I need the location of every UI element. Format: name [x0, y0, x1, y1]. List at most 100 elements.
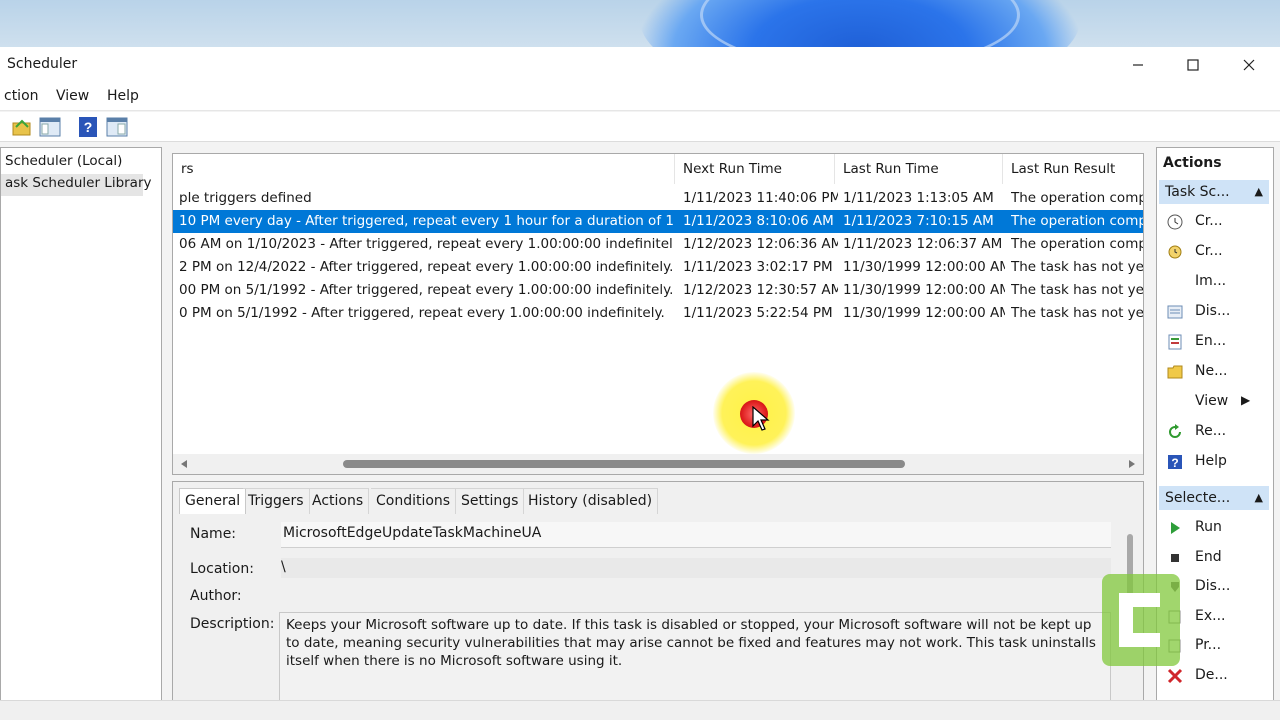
actions-group-selected-item[interactable]: Selecte... ▲ [1159, 486, 1269, 510]
location-label: Location: [190, 561, 254, 577]
action-item-label: En... [1195, 333, 1227, 349]
action-item-label: De... [1195, 666, 1228, 683]
horizontal-scroll-thumb[interactable] [343, 460, 905, 468]
table-row[interactable]: 06 AM on 1/10/2023 - After triggered, re… [173, 233, 1144, 256]
action-item[interactable]: Dis... [1157, 298, 1273, 326]
help-toolbar-button[interactable]: ? [76, 115, 100, 139]
location-field[interactable]: \ [281, 558, 1111, 578]
up-folder-button[interactable] [10, 115, 34, 139]
author-field[interactable] [281, 586, 1111, 606]
create-task-icon [1167, 244, 1183, 260]
table-cell-next-run: 1/11/2023 3:02:17 PM [683, 259, 833, 275]
console-tree-pane: Scheduler (Local) ask Scheduler Library [0, 147, 162, 707]
show-action-pane-button[interactable] [105, 115, 129, 139]
help-icon: ? [1167, 454, 1183, 470]
action-item-label: Dis... [1195, 303, 1231, 319]
tab-triggers[interactable]: Triggers [243, 488, 310, 514]
table-row[interactable]: 2 PM on 12/4/2022 - After triggered, rep… [173, 256, 1144, 279]
location-value: \ [281, 559, 286, 575]
column-header-last-run-time[interactable]: Last Run Time [835, 154, 1003, 184]
action-item-label: Pr... [1195, 637, 1222, 653]
menu-help[interactable]: Help [107, 88, 139, 104]
table-cell-next-run: 1/12/2023 12:30:57 AM [683, 282, 838, 298]
show-hide-console-button[interactable] [38, 115, 62, 139]
desktop-wallpaper [0, 0, 1280, 48]
display-running-icon [1167, 304, 1183, 320]
column-header-last-run-result[interactable]: Last Run Result [1003, 154, 1143, 184]
scroll-left-icon[interactable] [179, 459, 189, 469]
action-item[interactable]: Cr... [1157, 208, 1273, 236]
table-row[interactable]: 0 PM on 5/1/1992 - After triggered, repe… [173, 302, 1143, 325]
action-item-label: Ex... [1195, 607, 1226, 624]
action-item[interactable]: View ▶ [1157, 388, 1273, 416]
tab-general[interactable]: General [179, 488, 247, 514]
action-item[interactable]: Cr... [1157, 238, 1273, 266]
table-row[interactable]: 00 PM on 5/1/1992 - After triggered, rep… [173, 279, 1143, 302]
action-item[interactable]: Run [1157, 514, 1273, 542]
action-item[interactable]: ? Help [1157, 448, 1273, 476]
new-folder-icon [1167, 364, 1183, 380]
collapse-up-icon[interactable]: ▲ [1255, 486, 1263, 510]
task-detail-pane: General Triggers Actions Conditions Sett… [172, 481, 1144, 720]
tab-history[interactable]: History (disabled) [523, 488, 659, 514]
title-bar: Scheduler [0, 47, 1280, 83]
actions-group-task-scheduler[interactable]: Task Sc... ▲ [1159, 180, 1269, 204]
table-cell-result: The operation comp [1011, 213, 1144, 229]
toolbar: ? [0, 112, 1280, 142]
table-cell-last-run: 1/11/2023 12:06:37 AM [843, 236, 1003, 252]
wallpaper-bloom-ring [700, 0, 1020, 48]
menu-action[interactable]: ction [4, 88, 39, 104]
delete-icon [1167, 668, 1183, 684]
menu-view[interactable]: View [56, 88, 89, 104]
action-item[interactable]: Im... [1157, 268, 1273, 296]
name-field[interactable]: MicrosoftEdgeUpdateTaskMachineUA [281, 522, 1111, 548]
tab-conditions[interactable]: Conditions [371, 488, 457, 514]
folder-up-icon [12, 119, 31, 136]
action-item-label: Help [1195, 453, 1227, 469]
table-cell-last-run: 1/11/2023 1:13:05 AM [843, 190, 994, 206]
table-cell-triggers: 10 PM every day - After triggered, repea… [179, 213, 673, 229]
tree-item-scheduler-local[interactable]: Scheduler (Local) [5, 153, 122, 169]
action-item[interactable]: Re... [1157, 418, 1273, 446]
tab-settings[interactable]: Settings [456, 488, 525, 514]
table-cell-result: The task has not yet [1011, 259, 1144, 275]
action-item[interactable]: Ne... [1157, 358, 1273, 386]
action-item[interactable]: En... [1157, 328, 1273, 356]
table-cell-next-run: 1/12/2023 12:06:36 AM [683, 236, 838, 252]
window-title: Scheduler [7, 56, 78, 72]
column-header-next-run-time[interactable]: Next Run Time [675, 154, 835, 184]
maximize-button[interactable] [1165, 47, 1221, 83]
scroll-right-icon[interactable] [1127, 459, 1137, 469]
close-button[interactable] [1221, 47, 1277, 83]
actions-header: Actions [1157, 150, 1273, 176]
svg-text:?: ? [1171, 456, 1178, 470]
create-basic-task-icon [1167, 214, 1183, 230]
enable-history-icon [1167, 334, 1183, 350]
description-label: Description: [190, 616, 275, 632]
action-item[interactable]: End [1157, 544, 1273, 572]
action-item-label: Cr... [1195, 213, 1223, 229]
table-row[interactable]: 10 PM every day - After triggered, repea… [173, 210, 1144, 233]
minimize-button[interactable] [1110, 47, 1166, 83]
svg-text:?: ? [84, 119, 93, 135]
table-cell-result: The operation comp [1011, 190, 1144, 206]
console-tree-icon [39, 117, 61, 137]
column-header-triggers[interactable]: rs [173, 154, 675, 184]
collapse-up-icon[interactable]: ▲ [1255, 180, 1263, 204]
action-item-label: Cr... [1195, 243, 1223, 259]
table-cell-last-run: 1/11/2023 7:10:15 AM [843, 213, 994, 229]
table-row[interactable]: ple triggers defined 1/11/2023 11:40:06 P… [173, 187, 1144, 210]
action-item-label: End [1195, 548, 1222, 565]
table-cell-triggers: ple triggers defined [179, 190, 312, 206]
table-cell-result: The operation comp [1011, 236, 1144, 252]
recorder-watermark-logo [1102, 574, 1180, 666]
tab-actions[interactable]: Actions [307, 488, 370, 514]
actions-group-selected-item-label: Selecte... [1165, 490, 1231, 506]
name-value: MicrosoftEdgeUpdateTaskMachineUA [283, 525, 542, 541]
action-item-label: Dis... [1195, 578, 1231, 594]
table-cell-next-run: 1/11/2023 5:22:54 PM [683, 305, 833, 321]
action-item-label: Im... [1195, 273, 1227, 289]
horizontal-scrollbar[interactable] [173, 454, 1143, 474]
table-cell-triggers: 0 PM on 5/1/1992 - After triggered, repe… [179, 305, 665, 321]
tree-item-task-scheduler-library[interactable]: ask Scheduler Library [5, 175, 152, 191]
